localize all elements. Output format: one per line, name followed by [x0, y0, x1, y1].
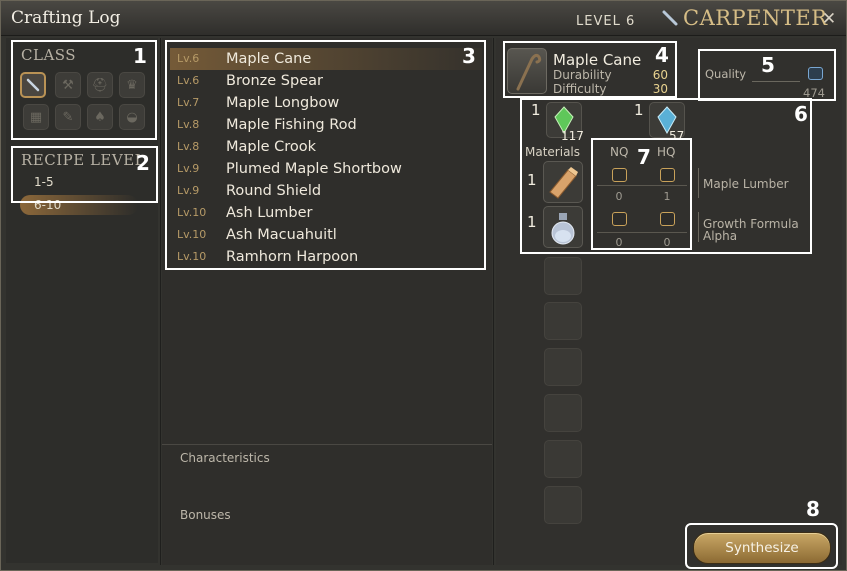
- empty-material-slot: [544, 394, 582, 432]
- empty-material-slot: [544, 440, 582, 478]
- job-name: CARPENTER: [683, 6, 828, 30]
- divider: [160, 38, 161, 565]
- title-bar[interactable]: Crafting Log LEVEL 6 CARPENTER ✕: [1, 1, 846, 36]
- annotation-box: [503, 41, 677, 98]
- annotation-number: 5: [761, 53, 775, 77]
- empty-material-slot: [544, 486, 582, 524]
- empty-material-slot: [544, 257, 582, 295]
- annotation-number: 7: [637, 145, 651, 169]
- divider: [493, 38, 494, 565]
- bonuses-label: Bonuses: [180, 508, 231, 522]
- annotation-number: 6: [794, 102, 808, 126]
- annotation-number: 2: [136, 151, 150, 175]
- empty-material-slot: [544, 302, 582, 340]
- annotation-number: 1: [133, 44, 147, 68]
- annotation-box: [165, 40, 486, 270]
- divider: [162, 444, 492, 445]
- annotation-box: [685, 523, 838, 569]
- annotation-number: 8: [806, 497, 820, 521]
- annotation-number: 4: [655, 43, 669, 67]
- empty-material-slot: [544, 348, 582, 386]
- window-title: Crafting Log: [11, 8, 121, 28]
- characteristics-label: Characteristics: [180, 451, 270, 465]
- close-icon[interactable]: ✕: [819, 9, 839, 29]
- annotation-number: 3: [462, 44, 476, 68]
- level-indicator: LEVEL 6: [576, 14, 636, 29]
- carpenter-job-icon: [662, 10, 678, 26]
